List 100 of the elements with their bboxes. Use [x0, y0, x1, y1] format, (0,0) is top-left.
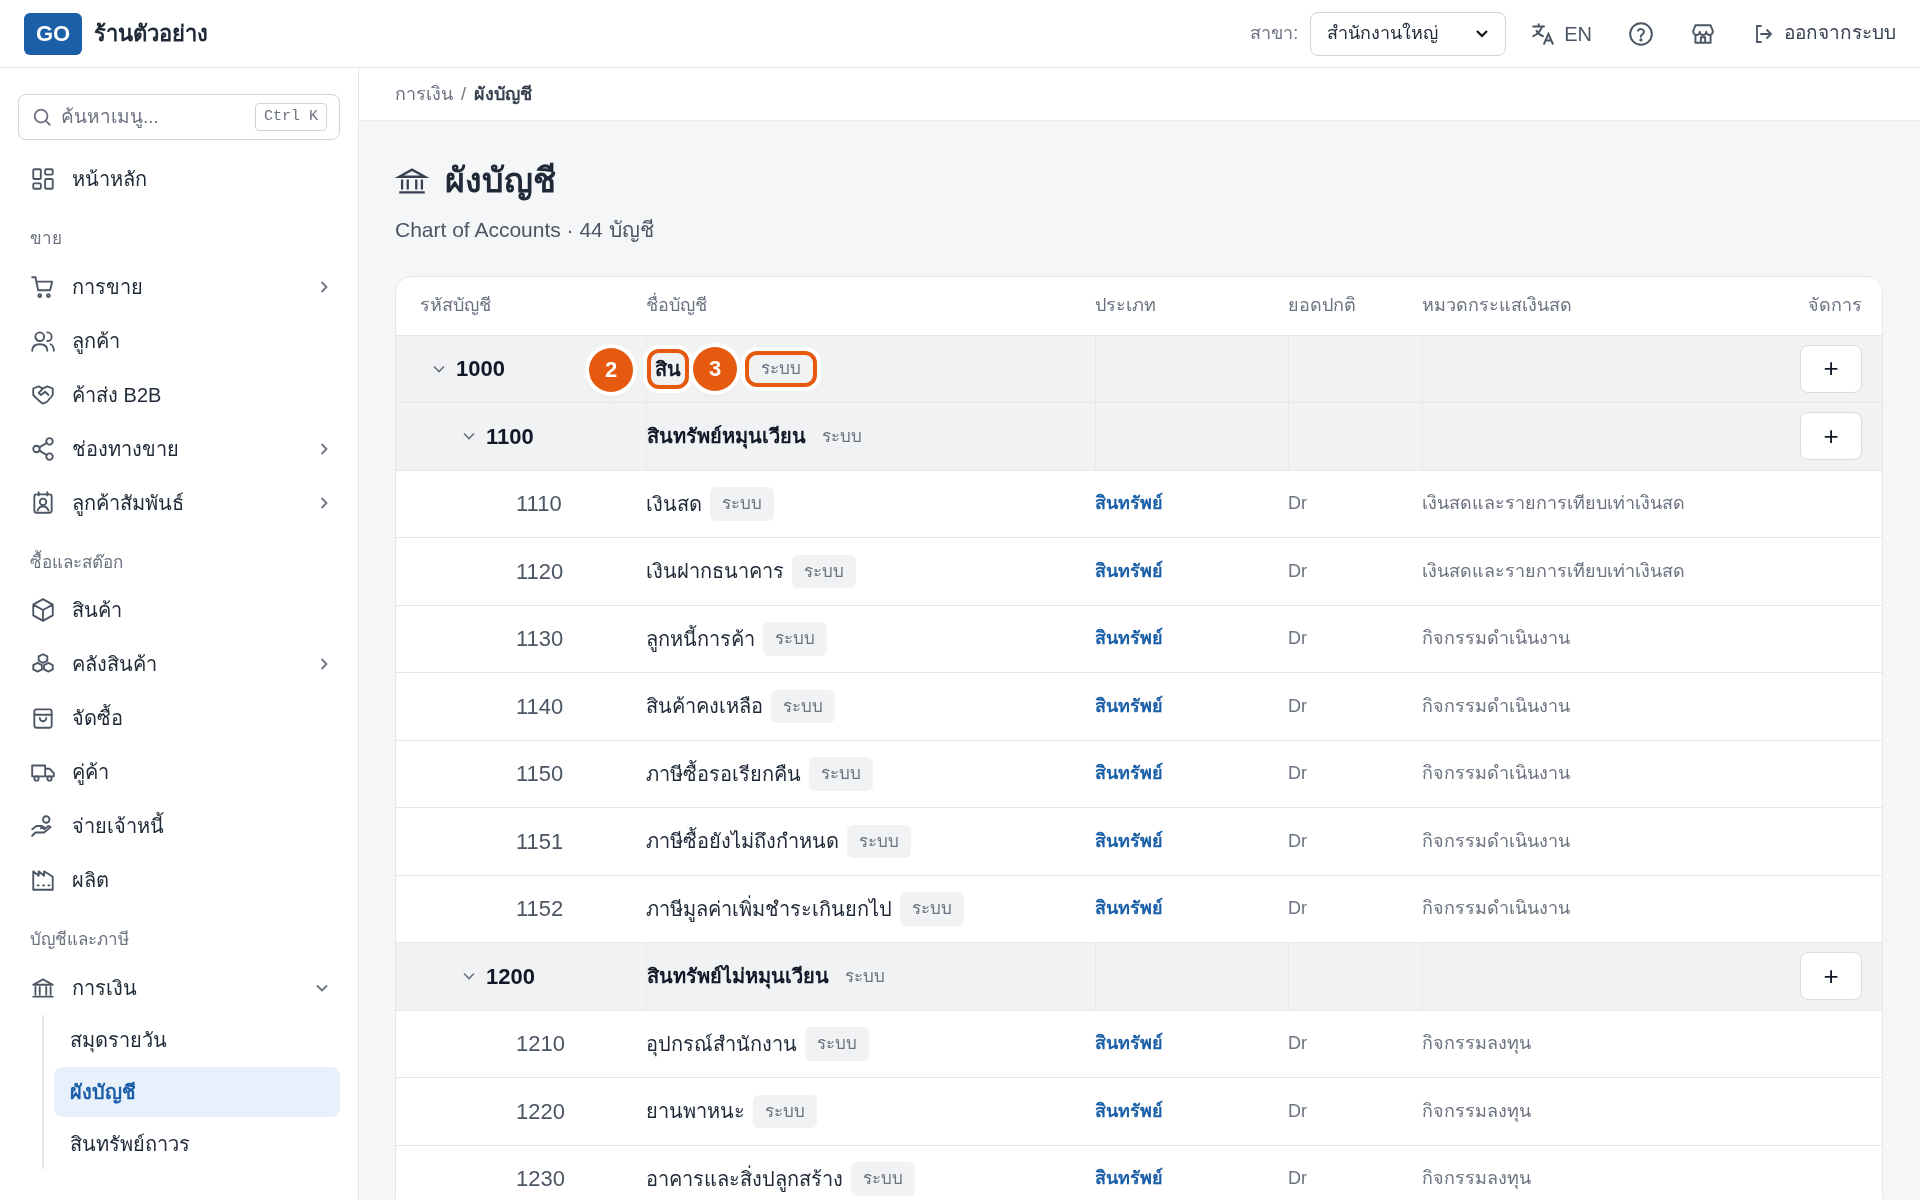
- sidebar-item[interactable]: จ่ายเจ้าหนี้: [18, 799, 340, 853]
- cash-flow-category: กิจกรรมดำเนินงาน: [1422, 829, 1570, 853]
- cash-flow-category: กิจกรรมดำเนินงาน: [1422, 897, 1570, 921]
- step-marker: 3: [693, 346, 737, 391]
- sidebar-item[interactable]: คลังสินค้า: [18, 637, 340, 691]
- bag-icon: [30, 705, 56, 731]
- account-name: ภาษีซื้อยังไม่ถึงกำหนด: [646, 826, 839, 857]
- account-type: สินทรัพย์: [1095, 1099, 1163, 1123]
- normal-balance: Dr: [1288, 694, 1307, 718]
- breadcrumb-current: ผังบัญชี: [474, 82, 532, 107]
- search-bar[interactable]: ค้นหาเมนู... Ctrl K: [18, 94, 340, 140]
- contact-card-icon: [30, 489, 56, 516]
- sidebar-item[interactable]: การเงิน: [18, 960, 340, 1015]
- sidebar-subitem[interactable]: สินทรัพย์ถาวร: [54, 1118, 340, 1169]
- sidebar-item[interactable]: การขาย: [18, 259, 340, 314]
- system-badge: ระบบ: [763, 622, 827, 656]
- chevron-down-icon[interactable]: [463, 432, 475, 441]
- system-label: ระบบ: [844, 965, 886, 988]
- account-name: ยานพาหนะ: [646, 1099, 745, 1125]
- branch-label: สาขา:: [1250, 22, 1299, 45]
- account-code: 1220: [516, 1097, 565, 1126]
- system-badge: ระบบ: [809, 757, 873, 791]
- factory-icon: [30, 867, 56, 893]
- sidebar-subitem[interactable]: สมุดรายวัน: [54, 1014, 340, 1065]
- add-button[interactable]: +: [1800, 412, 1862, 461]
- sidebar-item[interactable]: จัดซื้อ: [18, 691, 340, 745]
- account-code: 1130: [516, 625, 564, 654]
- account-type: สินทรัพย์: [1095, 694, 1163, 718]
- chevron-down-icon[interactable]: [463, 972, 475, 981]
- sidebar-subitem[interactable]: ผังบัญชี: [54, 1066, 340, 1117]
- account-type: สินทรัพย์: [1095, 626, 1163, 651]
- account-name: สินทรัพย์ไม่หมุนเวียน: [647, 964, 829, 991]
- normal-balance: Dr: [1288, 559, 1307, 583]
- account-code: 1151: [516, 827, 564, 856]
- account-type: สินทรัพย์: [1095, 829, 1163, 853]
- account-name: เงินสด: [646, 491, 702, 517]
- system-badge: ระบบ: [847, 824, 911, 858]
- normal-balance: Dr: [1288, 762, 1307, 786]
- section-heading: ซื้อและสต๊อก: [29, 549, 124, 574]
- page-title: ผังบัญชี: [445, 160, 556, 203]
- normal-balance: Dr: [1288, 829, 1307, 853]
- sidebar-item[interactable]: คู่ค้า: [18, 745, 340, 799]
- grid-icon: [30, 166, 56, 192]
- help-icon[interactable]: [1628, 20, 1654, 47]
- account-code: 1000: [456, 355, 505, 384]
- sidebar-item[interactable]: ช่องทางขาย: [18, 421, 340, 476]
- system-badge: ระบบ: [805, 1027, 869, 1061]
- language-button[interactable]: EN: [1530, 18, 1592, 49]
- box-icon: [30, 597, 56, 623]
- system-badge: ระบบ: [900, 892, 964, 926]
- account-code: 1230: [516, 1165, 565, 1194]
- page-subtitle: Chart of Accounts · 44 บัญชี: [395, 217, 655, 244]
- account-name: ลูกหนี้การค้า: [646, 624, 755, 654]
- step-marker: 2: [589, 347, 633, 392]
- account-code: 1110: [516, 490, 562, 519]
- account-name: อุปกรณ์สำนักงาน: [646, 1031, 797, 1059]
- system-badge: ระบบ: [753, 1094, 817, 1128]
- account-type: สินทรัพย์: [1095, 896, 1163, 921]
- cash-flow-category: กิจกรรมดำเนินงาน: [1422, 627, 1570, 651]
- chevron-down-icon[interactable]: [433, 364, 445, 373]
- sidebar-item[interactable]: หน้าหลัก: [18, 152, 340, 206]
- account-name: ภาษีมูลค่าเพิ่มชำระเกินยกไป: [646, 894, 892, 924]
- logo: GO: [24, 12, 82, 55]
- add-button[interactable]: +: [1800, 952, 1862, 1001]
- translate-icon: [1530, 20, 1557, 47]
- breadcrumb-link[interactable]: การเงิน: [395, 80, 453, 108]
- search-input[interactable]: ค้นหาเมนู...: [61, 102, 247, 132]
- shortcut-key: Ctrl K: [255, 102, 327, 132]
- account-code: 1150: [516, 760, 564, 789]
- cash-flow-category: กิจกรรมลงทุน: [1422, 1167, 1531, 1191]
- shop-name: ร้านตัวอย่าง: [94, 20, 208, 48]
- account-code: 1210: [516, 1030, 565, 1059]
- account-type: สินทรัพย์: [1095, 491, 1163, 516]
- account-code: 1120: [516, 557, 564, 586]
- cash-flow-category: กิจกรรมลงทุน: [1422, 1099, 1531, 1124]
- section-heading: บัญชีและภาษี: [29, 929, 130, 951]
- breadcrumb-separator: /: [461, 82, 466, 106]
- branch-select[interactable]: สำนักงานใหญ่: [1310, 11, 1507, 56]
- cash-flow-category: เงินสดและรายการเทียบเท่าเงินสด: [1422, 559, 1685, 583]
- system-badge: ระบบ: [771, 689, 835, 723]
- sidebar-item[interactable]: ผลิต: [18, 853, 340, 907]
- column-header: ประเภท: [1095, 295, 1156, 315]
- account-code: 1152: [516, 895, 564, 924]
- sidebar-item[interactable]: ค้าส่ง B2B: [18, 367, 340, 422]
- normal-balance: Dr: [1288, 627, 1307, 651]
- sidebar-item[interactable]: ลูกค้าสัมพันธ์: [18, 475, 340, 530]
- column-header: หมวดกระแสเงินสด: [1422, 295, 1572, 315]
- add-button[interactable]: +: [1800, 344, 1862, 393]
- sidebar-item[interactable]: สินค้า: [18, 583, 340, 637]
- logout-button[interactable]: ออกจากระบบ: [1752, 19, 1896, 48]
- sidebar-item[interactable]: ลูกค้า: [18, 313, 340, 368]
- cash-flow-category: กิจกรรมดำเนินงาน: [1422, 762, 1570, 786]
- account-name: เงินฝากธนาคาร: [646, 559, 784, 585]
- cash-flow-category: กิจกรรมดำเนินงาน: [1422, 694, 1570, 718]
- normal-balance: Dr: [1288, 1099, 1307, 1123]
- account-code: 1140: [516, 692, 564, 721]
- system-badge: ระบบ: [851, 1162, 915, 1196]
- account-type: สินทรัพย์: [1095, 761, 1163, 786]
- system-label: ระบบ: [821, 425, 863, 448]
- account-type: สินทรัพย์: [1095, 1031, 1163, 1056]
